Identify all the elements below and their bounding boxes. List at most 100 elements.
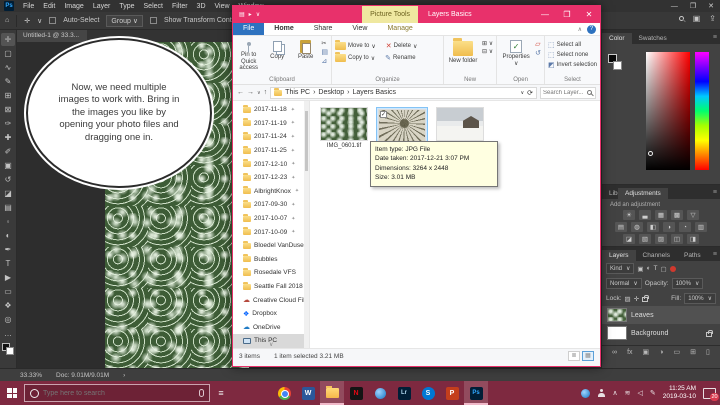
workspace-icon[interactable]: ▣: [693, 14, 701, 23]
nav-scroll-down-icon[interactable]: ∨: [269, 341, 273, 348]
color-lookup-adjustment-icon[interactable]: ▥: [695, 222, 707, 232]
tab-adjustments[interactable]: Adjustments: [618, 188, 668, 199]
new-folder-button[interactable]: New folder: [447, 38, 479, 65]
lock-transparent-icon[interactable]: ▨: [625, 295, 631, 303]
qat-file-icon[interactable]: ▤: [239, 11, 245, 18]
color-balance-adjustment-icon[interactable]: ◍: [631, 222, 643, 232]
lock-position-icon[interactable]: ✛: [634, 295, 639, 303]
tool-preset-caret-icon[interactable]: ∨: [37, 17, 42, 25]
lasso-tool[interactable]: ∿: [1, 61, 15, 74]
nav-scrollbar[interactable]: [304, 101, 309, 348]
vibrance-adjustment-icon[interactable]: ▽: [687, 210, 699, 220]
paste-button[interactable]: Paste: [293, 38, 318, 61]
taskbar-photoshop[interactable]: Ps: [464, 381, 488, 405]
kind-filter-dropdown[interactable]: Kind ∨: [606, 263, 635, 274]
pen-tool[interactable]: ✒: [1, 243, 15, 256]
sidebar-item-folder[interactable]: 2017-11-19 ✦: [233, 117, 309, 131]
selective-color-adjustment-icon[interactable]: ◨: [687, 234, 699, 244]
shape-tool[interactable]: ▭: [1, 285, 15, 298]
saturation-square[interactable]: [646, 52, 690, 170]
exposure-adjustment-icon[interactable]: ▩: [671, 210, 683, 220]
tab-color[interactable]: Color: [602, 33, 632, 44]
curves-adjustment-icon[interactable]: ▦: [655, 210, 667, 220]
delete-button[interactable]: ✕ Delete ∨: [386, 42, 418, 50]
type-tool[interactable]: T: [1, 257, 15, 270]
tab-manage[interactable]: Manage: [377, 23, 422, 35]
menu-3d[interactable]: 3D: [197, 3, 206, 10]
layer-row-background[interactable]: Background: [602, 324, 720, 342]
pen-icon[interactable]: ✎: [650, 389, 656, 397]
clone-stamp-tool[interactable]: ▣: [1, 159, 15, 172]
copy-button[interactable]: Copy: [264, 38, 289, 61]
file-thumbnail[interactable]: [436, 107, 484, 141]
tab-channels[interactable]: Channels: [636, 250, 677, 261]
taskbar-file-explorer[interactable]: [320, 381, 344, 405]
marquee-tool[interactable]: ▢: [1, 47, 15, 60]
lock-all-icon[interactable]: [642, 295, 650, 302]
qat-customize-caret-icon[interactable]: ∨: [256, 11, 260, 18]
menu-file[interactable]: File: [23, 3, 34, 10]
sidebar-item-folder[interactable]: 2017-10-07 ✦: [233, 212, 309, 226]
select-all-button[interactable]: ⬚ Select all: [548, 41, 597, 49]
menu-edit[interactable]: Edit: [43, 3, 55, 10]
cortana-icon[interactable]: [30, 388, 39, 398]
group-dropdown[interactable]: Group ∨: [106, 14, 143, 27]
taskbar-lightroom[interactable]: Lr: [392, 381, 416, 405]
menu-layer[interactable]: Layer: [93, 3, 111, 10]
dodge-tool[interactable]: ◐: [1, 229, 15, 242]
breadcrumb[interactable]: This PC › Desktop › Layers Basics ∨ ⟳: [270, 86, 537, 99]
taskbar-powerpoint[interactable]: P: [440, 381, 464, 405]
tab-home[interactable]: Home: [264, 23, 303, 35]
search-input[interactable]: [543, 89, 587, 96]
panel-menu-icon[interactable]: ≡: [713, 34, 717, 41]
layer-thumbnail[interactable]: [607, 308, 627, 322]
move-tool[interactable]: ✛: [1, 33, 15, 46]
layer-row-leaves[interactable]: Leaves: [602, 306, 720, 324]
select-none-button[interactable]: ⬚ Select none: [548, 51, 597, 59]
invert-selection-button[interactable]: ◩ Invert selection: [548, 61, 597, 69]
copy-to-button[interactable]: Copy to ∨: [335, 52, 375, 62]
crumb-this-pc[interactable]: This PC: [285, 89, 310, 96]
volume-icon[interactable]: ◁: [637, 389, 642, 397]
healing-tool[interactable]: ✚: [1, 131, 15, 144]
panel-menu-icon[interactable]: ≡: [713, 251, 717, 258]
sidebar-item-onedrive[interactable]: ☁ OneDrive: [233, 321, 309, 335]
gradient-map-adjustment-icon[interactable]: ◫: [671, 234, 683, 244]
filter-type-icon[interactable]: T: [654, 265, 658, 272]
history-icon[interactable]: ↺: [535, 49, 541, 57]
qat-folder-icon[interactable]: ▸: [249, 11, 252, 18]
cut-icon[interactable]: ✂: [321, 40, 328, 47]
menu-image[interactable]: Image: [64, 3, 83, 10]
action-center-icon[interactable]: 20: [703, 387, 719, 401]
tab-libraries[interactable]: Libraries: [602, 188, 618, 199]
minimize-icon[interactable]: —: [671, 3, 678, 10]
menu-select[interactable]: Select: [144, 3, 163, 10]
color-cursor[interactable]: [648, 151, 653, 156]
status-arrow-icon[interactable]: ›: [123, 372, 125, 379]
filter-adjustment-icon[interactable]: ◐: [647, 265, 651, 272]
layer-effects-icon[interactable]: fx: [627, 349, 632, 356]
history-brush-tool[interactable]: ↺: [1, 173, 15, 186]
file-third[interactable]: [434, 107, 486, 143]
thumbnails-view-icon[interactable]: ▦: [582, 351, 594, 361]
back-icon[interactable]: ←: [237, 89, 244, 96]
easy-access-icon[interactable]: ⊟ ∨: [482, 48, 493, 55]
filter-shape-icon[interactable]: ▢: [661, 265, 667, 273]
restore-icon[interactable]: ❐: [556, 10, 578, 19]
quick-selection-tool[interactable]: ✎: [1, 75, 15, 88]
levels-adjustment-icon[interactable]: ▃: [639, 210, 651, 220]
search-icon[interactable]: [587, 90, 592, 95]
foreground-background-swatches[interactable]: [2, 343, 14, 355]
microphone-icon[interactable]: [199, 389, 204, 397]
hue-sat-adjustment-icon[interactable]: ▤: [615, 222, 627, 232]
fill-dropdown[interactable]: 100% ∨: [684, 293, 716, 304]
minimize-icon[interactable]: —: [534, 10, 556, 19]
eyedropper-tool[interactable]: ✑: [1, 117, 15, 130]
up-icon[interactable]: ↑: [264, 89, 268, 96]
invert-adjustment-icon[interactable]: ◪: [623, 234, 635, 244]
task-view-icon[interactable]: ≡: [210, 388, 232, 398]
people-icon[interactable]: [597, 389, 605, 397]
tab-share[interactable]: Share: [304, 23, 343, 35]
auto-select-checkbox[interactable]: [49, 17, 57, 24]
explorer-titlebar[interactable]: ▤ ▸ ∨ Picture Tools Layers Basics — ❐ ✕: [233, 6, 600, 23]
